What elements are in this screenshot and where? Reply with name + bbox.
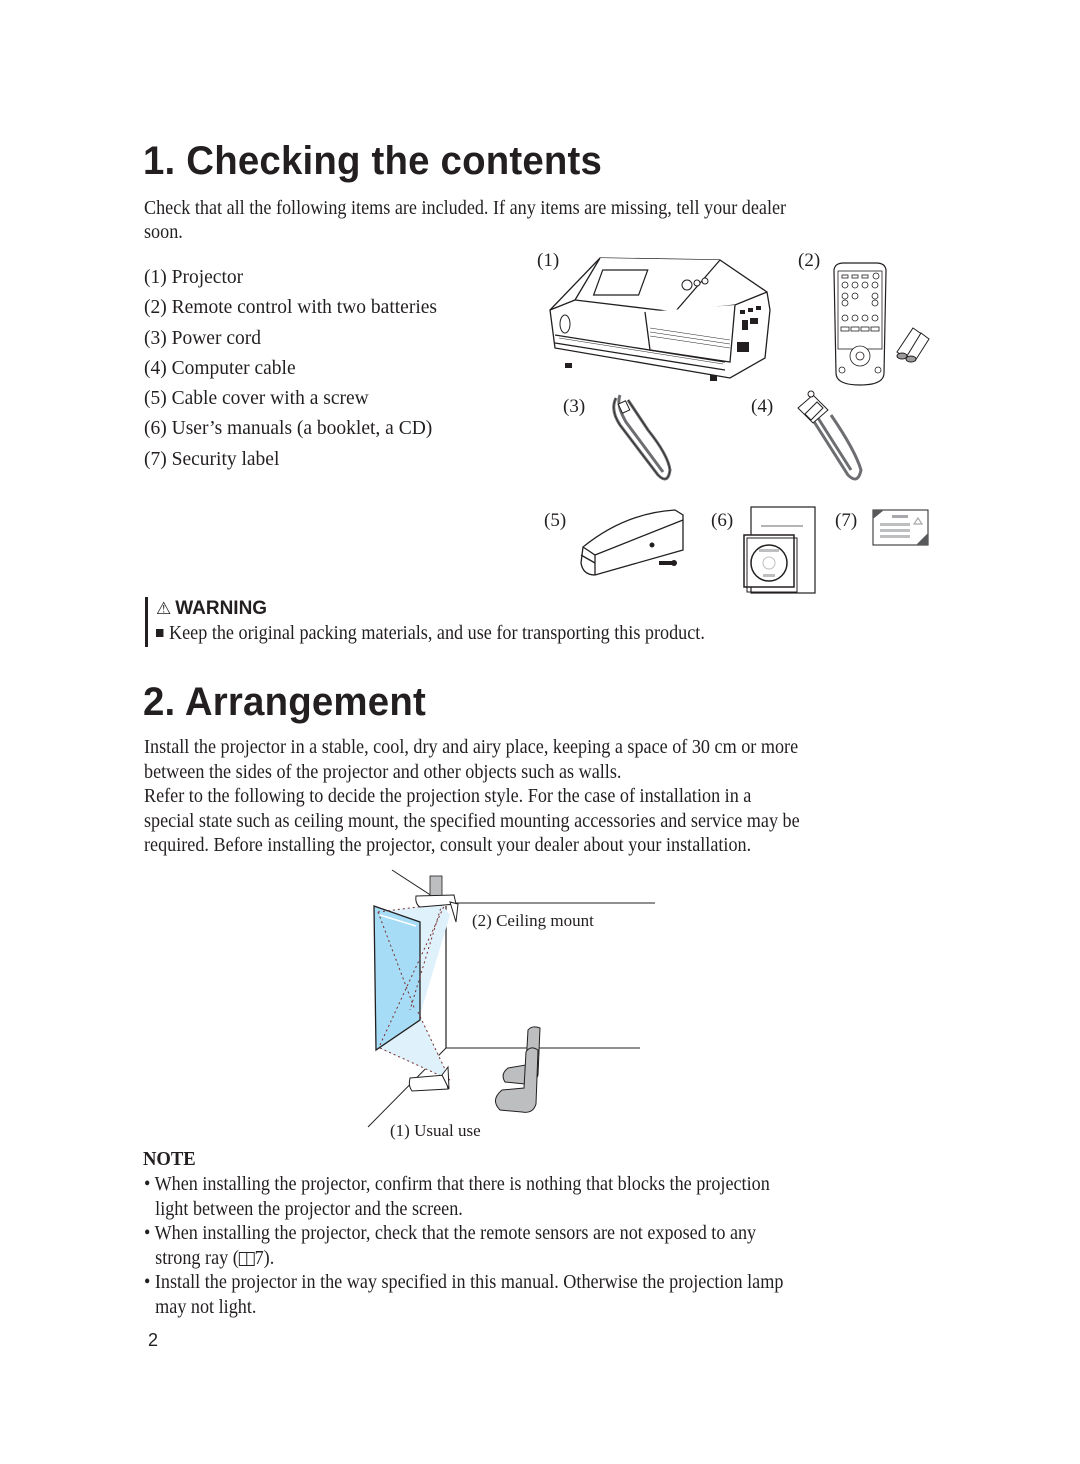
batteries-illustration	[896, 327, 930, 363]
list-item: (4) Computer cable	[144, 357, 296, 379]
paragraph-line: required. Before installing the projecto…	[144, 835, 752, 856]
computer-cable-illustration	[797, 390, 863, 481]
warning-bar	[145, 597, 148, 647]
page-number: 2	[148, 1330, 159, 1350]
note-bullet: • Install the projector in the way speci…	[144, 1272, 784, 1293]
paragraph-line: Install the projector in a stable, cool,…	[144, 737, 799, 758]
section-title-checking-contents: 1. Checking the contents	[143, 139, 603, 183]
figure-label-3: (3)	[563, 396, 586, 417]
figure-label-2: (2)	[798, 250, 821, 271]
warning-text-line: Keep the original packing materials, and…	[156, 622, 705, 647]
caption-ceiling-mount: (2) Ceiling mount	[472, 911, 594, 930]
warning-text: Keep the original packing materials, and…	[169, 623, 705, 644]
note-bullet: • When installing the projector, confirm…	[144, 1174, 770, 1195]
book-reference-icon	[238, 1251, 255, 1266]
figure-label-4: (4)	[751, 396, 774, 417]
contents-list: (1) Projector (2) Remote control with tw…	[144, 263, 437, 475]
security-label-illustration	[872, 509, 929, 546]
intro-line-2: soon.	[144, 222, 183, 243]
figure-label-7: (7)	[835, 510, 858, 531]
caption-usual-use: (1) Usual use	[390, 1121, 481, 1140]
list-item: (3) Power cord	[144, 327, 261, 349]
arrangement-paragraph: Install the projector in a stable, cool,…	[144, 736, 849, 859]
list-item: (2) Remote control with two batteries	[144, 297, 437, 319]
warning-triangle-icon: ⚠	[156, 599, 172, 618]
projector-illustration	[549, 257, 771, 381]
note-bullet-continuation: light between the projector and the scre…	[155, 1198, 463, 1220]
list-item: (1) Projector	[144, 267, 244, 288]
figure-label-5: (5)	[544, 510, 567, 531]
paragraph-line: between the sides of the projector and o…	[144, 761, 622, 783]
list-item: (5) Cable cover with a screw	[144, 388, 369, 410]
note-title: NOTE	[143, 1148, 196, 1170]
section-title-arrangement: 2. Arrangement	[143, 680, 426, 724]
note-list: • When installing the projector, confirm…	[144, 1173, 832, 1320]
paragraph-line: special state such as ceiling mount, the…	[144, 810, 800, 832]
cable-cover-illustration	[580, 509, 684, 576]
warning-heading: ⚠ WARNING	[156, 598, 267, 620]
list-item: (6) User’s manuals (a booklet, a CD)	[144, 418, 433, 440]
power-cord-illustration	[612, 394, 672, 481]
list-item: (7) Security label	[144, 448, 280, 470]
remote-control-illustration	[833, 262, 887, 386]
note-bullet-continuation: strong ray (7).	[155, 1247, 275, 1269]
note-bullet-continuation: may not light.	[155, 1296, 257, 1318]
manuals-illustration	[743, 506, 816, 594]
warning-title: WARNING	[175, 598, 268, 619]
arrangement-diagram	[367, 869, 655, 1128]
chair-icon	[495, 1026, 541, 1113]
intro-line-1: Check that all the following items are i…	[144, 198, 787, 219]
square-bullet-icon	[156, 629, 164, 637]
figure-label-6: (6)	[711, 510, 734, 531]
paragraph-line: Refer to the following to decide the pro…	[144, 786, 752, 807]
note-bullet: • When installing the projector, check t…	[144, 1223, 757, 1244]
